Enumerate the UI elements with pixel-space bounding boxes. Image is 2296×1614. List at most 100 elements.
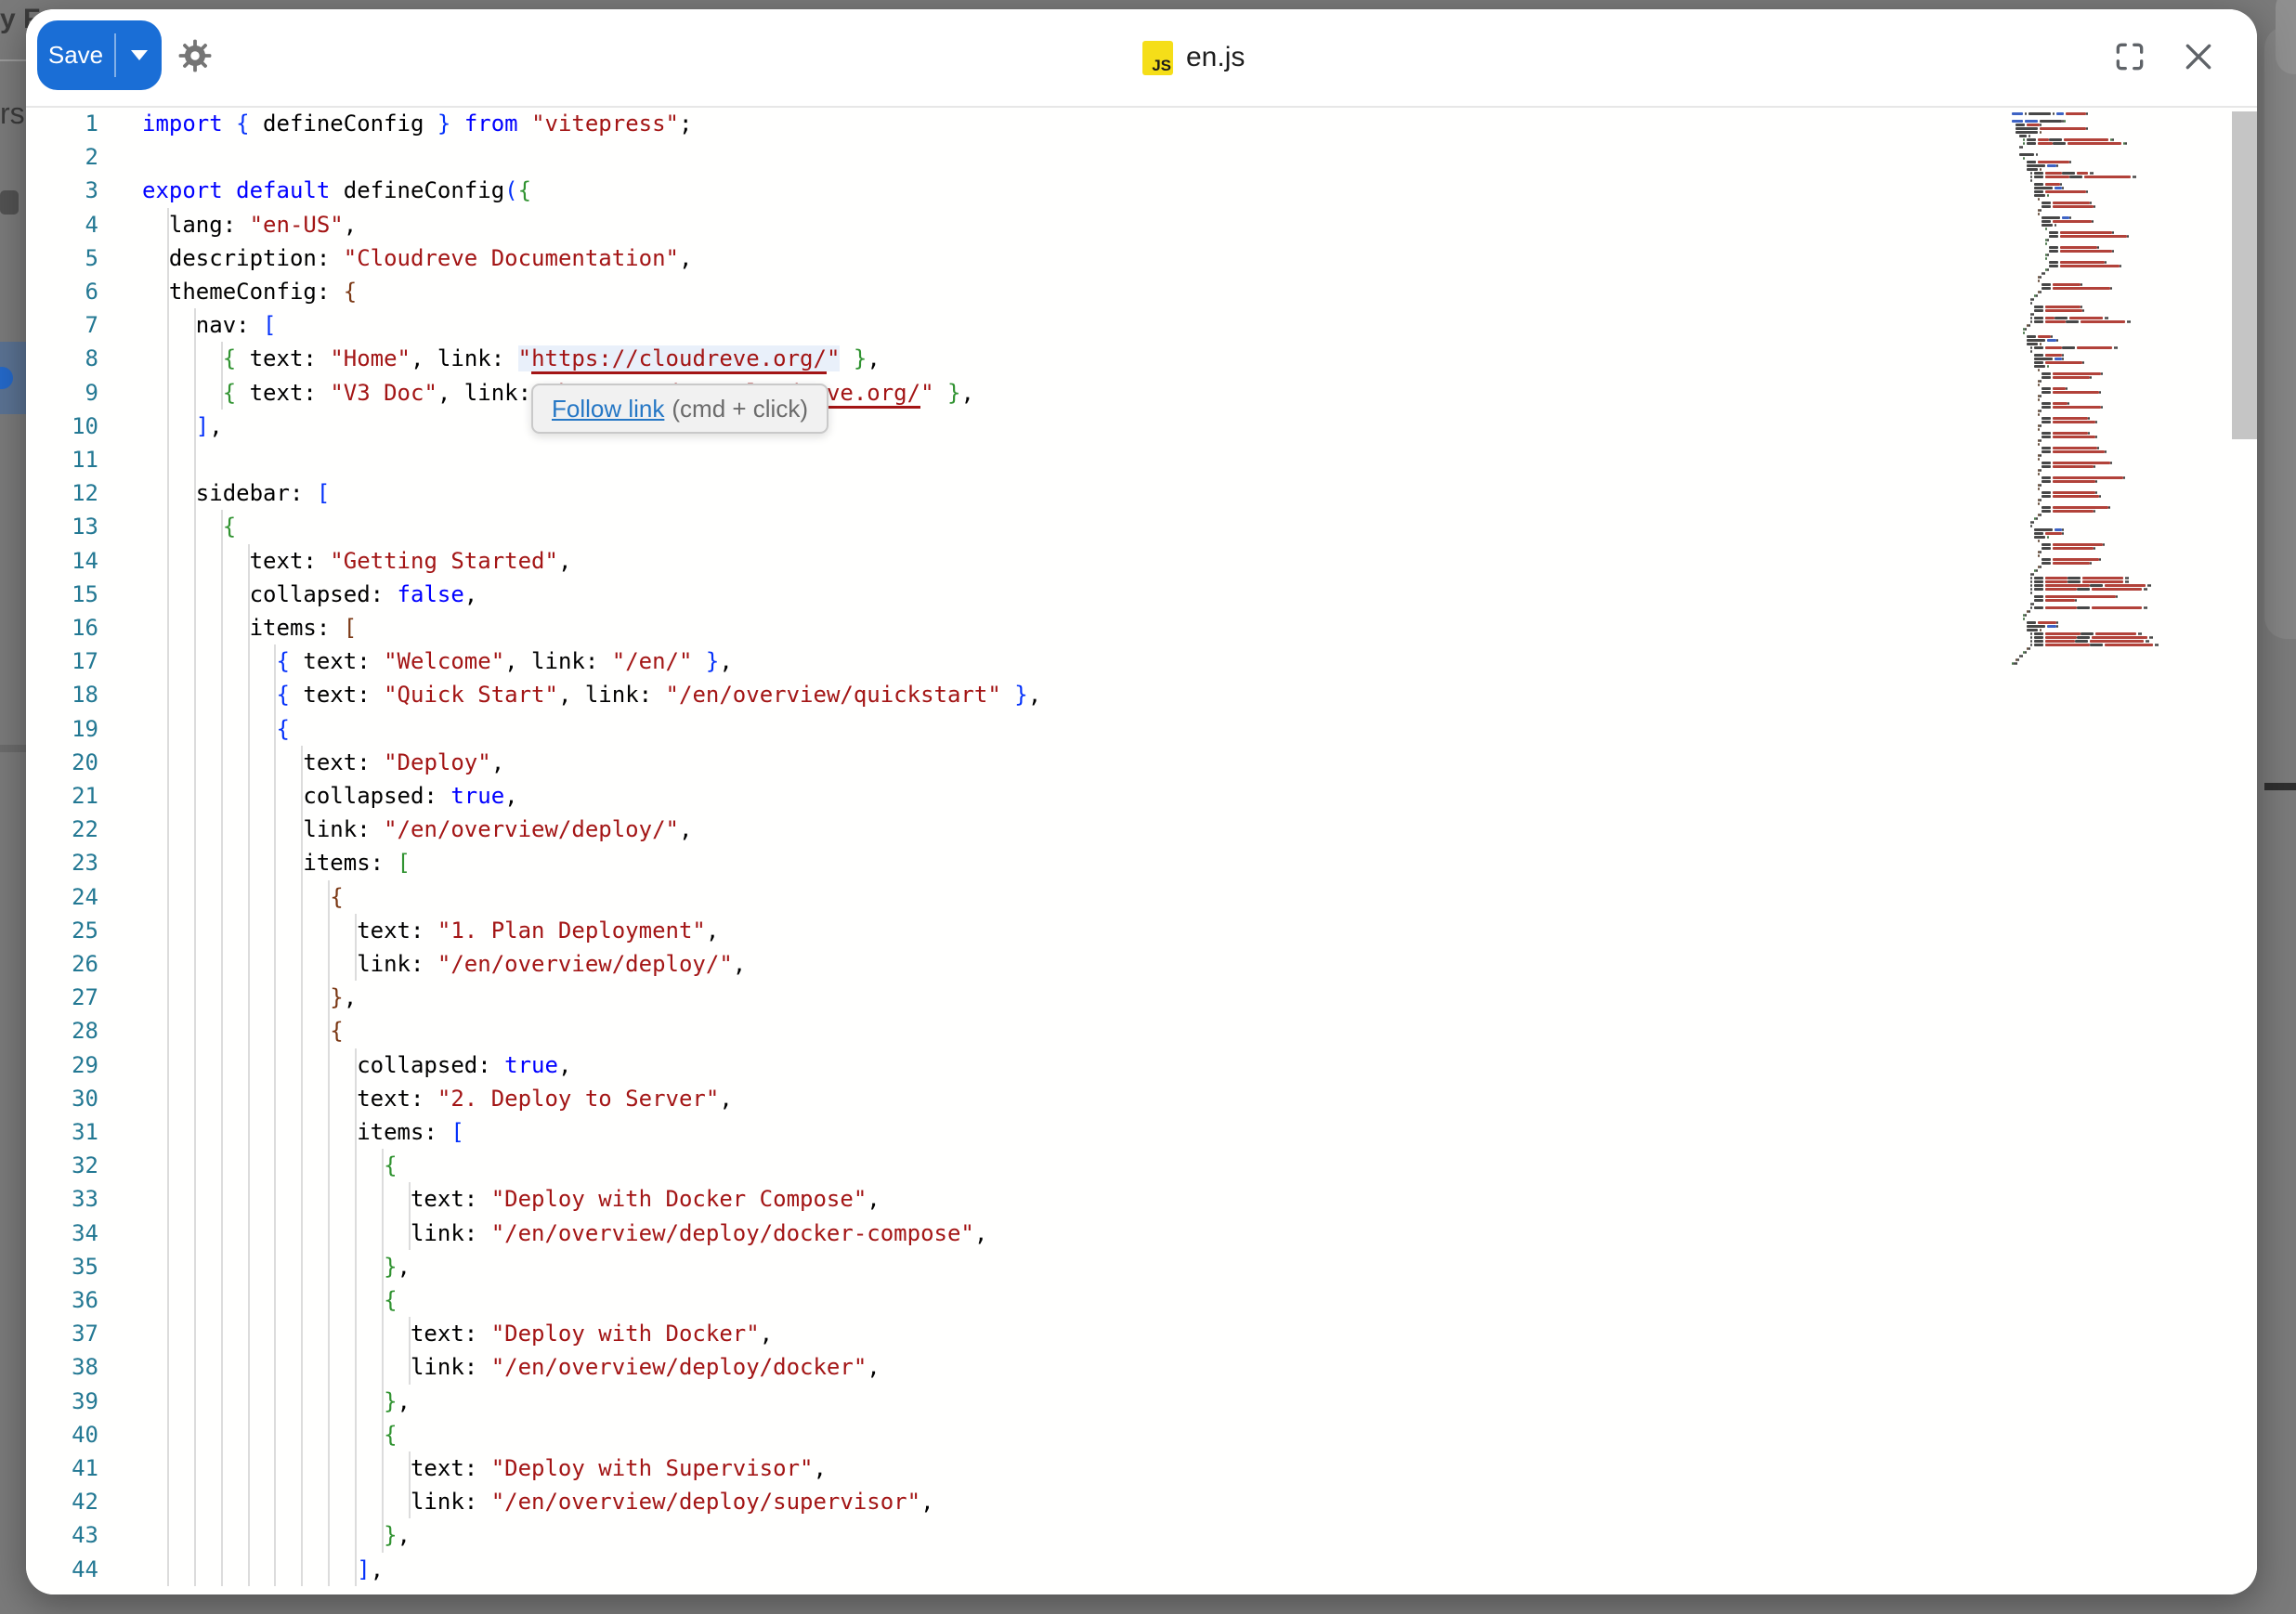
code-text: { text: "Home", link: "https://cloudreve…	[142, 342, 881, 375]
minimap-line-fragment	[2023, 618, 2025, 620]
code-text: {	[142, 1149, 398, 1182]
backdrop-right-card	[2276, 0, 2296, 74]
minimap-line-fragment	[2030, 580, 2032, 583]
code-line[interactable]: 22 link: "/en/overview/deploy/",	[26, 813, 2257, 847]
minimap-line-fragment	[2042, 224, 2053, 227]
expand-corners-icon	[2112, 39, 2147, 74]
minimap-line-fragment	[2040, 209, 2042, 212]
minimap-line-fragment	[2082, 309, 2084, 312]
minimap-line-fragment	[2062, 346, 2075, 349]
minimap-line-fragment	[2036, 517, 2038, 520]
code-line[interactable]: 25 text: "1. Plan Deployment",	[26, 914, 2257, 948]
code-line[interactable]: 43 },	[26, 1518, 2257, 1553]
minimap-line-fragment	[2027, 161, 2036, 163]
code-line[interactable]: 15 collapsed: false,	[26, 578, 2257, 612]
minimap-line-fragment	[2016, 127, 2038, 130]
fullscreen-button[interactable]	[2109, 36, 2150, 77]
vertical-scrollbar-slider[interactable]	[2232, 111, 2257, 439]
minimap-line-fragment	[2045, 636, 2077, 639]
code-text: },	[142, 1250, 411, 1283]
minimap-line-fragment	[2095, 421, 2097, 423]
minimap[interactable]	[2012, 112, 2233, 679]
code-text: export default defineConfig({	[142, 174, 531, 207]
code-line[interactable]: 23 items: [	[26, 846, 2257, 880]
minimap-line-fragment	[2068, 142, 2121, 145]
minimap-line-fragment	[2069, 317, 2103, 319]
code-line[interactable]: 39 },	[26, 1385, 2257, 1419]
code-line[interactable]: 13 {	[26, 510, 2257, 544]
code-line[interactable]: 40 {	[26, 1418, 2257, 1452]
code-line[interactable]: 14 text: "Getting Started",	[26, 544, 2257, 579]
save-dropdown-button[interactable]	[116, 20, 162, 90]
minimap-line-fragment	[2045, 632, 2081, 635]
minimap-line-fragment	[2032, 603, 2034, 605]
code-line[interactable]: 26 link: "/en/overview/deploy/",	[26, 947, 2257, 982]
code-line[interactable]: 10 ],	[26, 410, 2257, 444]
code-line[interactable]: 16 items: [	[26, 611, 2257, 645]
minimap-line-fragment	[2040, 484, 2042, 487]
code-editor-area[interactable]: 1import { defineConfig } from "vitepress…	[26, 108, 2257, 1594]
code-line[interactable]: 41 text: "Deploy with Supervisor",	[26, 1451, 2257, 1486]
minimap-line-fragment	[2099, 558, 2101, 561]
save-button[interactable]: Save	[37, 20, 114, 90]
follow-link-action[interactable]: Follow link	[552, 395, 664, 423]
code-line[interactable]: 9 { text: "V3 Doc", link: "https://docs.…	[26, 376, 2257, 410]
minimap-line-fragment	[2042, 562, 2051, 565]
minimap-line-fragment	[2049, 231, 2058, 234]
minimap-line-fragment	[2092, 588, 2142, 591]
line-number: 34	[26, 1217, 98, 1250]
code-line[interactable]: 5 description: "Cloudreve Documentation"…	[26, 241, 2257, 276]
minimap-line-fragment	[2055, 528, 2062, 531]
code-line[interactable]: 33 text: "Deploy with Docker Compose",	[26, 1182, 2257, 1217]
code-line[interactable]: 21 collapsed: true,	[26, 779, 2257, 814]
code-line[interactable]: 11	[26, 443, 2257, 477]
minimap-line-fragment	[2040, 124, 2042, 126]
line-number: 31	[26, 1115, 98, 1149]
minimap-line-fragment	[2034, 172, 2043, 175]
code-line[interactable]: 18 { text: "Quick Start", link: "/en/ove…	[26, 678, 2257, 712]
code-line[interactable]: 1import { defineConfig } from "vitepress…	[26, 107, 2257, 141]
code-line[interactable]: 6 themeConfig: {	[26, 275, 2257, 309]
code-line[interactable]: 44 ],	[26, 1553, 2257, 1587]
minimap-line-fragment	[2023, 157, 2025, 160]
code-line[interactable]: 19 {	[26, 712, 2257, 747]
settings-button[interactable]	[175, 35, 215, 76]
code-line[interactable]: 34 link: "/en/overview/deploy/docker-com…	[26, 1217, 2257, 1251]
code-line[interactable]: 29 collapsed: true,	[26, 1048, 2257, 1083]
code-line[interactable]: 24 {	[26, 880, 2257, 915]
code-line[interactable]: 12 sidebar: [	[26, 476, 2257, 511]
minimap-line-fragment	[2034, 358, 2053, 360]
code-line[interactable]: 42 link: "/en/overview/deploy/supervisor…	[26, 1485, 2257, 1519]
minimap-line-fragment	[2045, 588, 2077, 591]
code-line[interactable]: 8 { text: "Home", link: "https://cloudre…	[26, 342, 2257, 376]
code-line[interactable]: 32 {	[26, 1149, 2257, 1183]
code-line[interactable]: 30 text: "2. Deploy to Server",	[26, 1082, 2257, 1116]
code-line[interactable]: 27 },	[26, 981, 2257, 1015]
line-number: 8	[26, 342, 98, 375]
code-line[interactable]: 4 lang: "en-US",	[26, 208, 2257, 242]
hovered-detected-link[interactable]: "https://cloudreve.org/"	[518, 345, 841, 371]
code-line[interactable]: 28 {	[26, 1014, 2257, 1048]
code-line[interactable]: 20 text: "Deploy",	[26, 746, 2257, 780]
minimap-line-fragment	[2053, 402, 2068, 405]
minimap-line-fragment	[2053, 283, 2081, 286]
code-line[interactable]: 35 },	[26, 1250, 2257, 1284]
minimap-line-fragment	[2055, 358, 2062, 360]
close-button[interactable]	[2178, 36, 2219, 77]
code-line[interactable]: 3export default defineConfig({	[26, 174, 2257, 208]
code-line[interactable]: 17 { text: "Welcome", link: "/en/" },	[26, 644, 2257, 679]
minimap-line-fragment	[2090, 584, 2103, 587]
code-text: { text: "Welcome", link: "/en/" },	[142, 644, 733, 678]
code-text: text: "Getting Started",	[142, 544, 571, 578]
code-line[interactable]: 7 nav: [	[26, 308, 2257, 343]
minimap-line-fragment	[2088, 432, 2090, 435]
code-line[interactable]: 36 {	[26, 1283, 2257, 1318]
minimap-line-fragment	[2042, 543, 2051, 546]
line-number: 16	[26, 611, 98, 644]
code-line[interactable]: 2	[26, 140, 2257, 175]
code-line[interactable]: 38 link: "/en/overview/deploy/docker",	[26, 1350, 2257, 1385]
code-line[interactable]: 37 text: "Deploy with Docker",	[26, 1317, 2257, 1351]
code-line[interactable]: 31 items: [	[26, 1115, 2257, 1150]
minimap-line-fragment	[2038, 458, 2040, 461]
minimap-line-fragment	[2086, 112, 2088, 115]
